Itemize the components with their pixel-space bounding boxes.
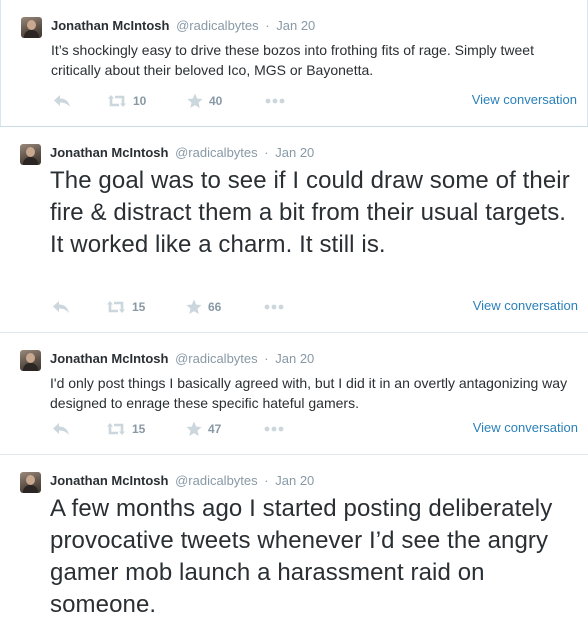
author-name[interactable]: Jonathan McIntosh — [51, 18, 169, 33]
more-dots-icon — [264, 304, 284, 310]
reply-icon — [53, 423, 69, 435]
tweet-text: It’s shockingly easy to drive these bozo… — [51, 42, 534, 78]
tweet-feed: Jonathan McIntosh @radicalbytes · Jan 20… — [0, 0, 588, 626]
retweet-count: 15 — [132, 422, 146, 436]
tweet-text: The goal was to see if I could draw some… — [50, 167, 570, 258]
more-button[interactable] — [264, 297, 284, 317]
author-name[interactable]: Jonathan McIntosh — [50, 145, 168, 160]
retweet-icon — [108, 95, 126, 107]
tweet-date[interactable]: Jan 20 — [275, 351, 314, 366]
star-icon — [186, 421, 202, 436]
tweet-header: Jonathan McIntosh @radicalbytes · Jan 20 — [50, 144, 314, 162]
reply-icon — [54, 95, 70, 107]
tweet-header: Jonathan McIntosh @radicalbytes · Jan 20 — [50, 472, 314, 490]
view-conversation-link[interactable]: View conversation — [473, 298, 578, 313]
reply-button[interactable] — [52, 297, 70, 317]
tweet-date[interactable]: Jan 20 — [276, 18, 315, 33]
avatar[interactable] — [20, 472, 41, 493]
more-button[interactable] — [264, 419, 284, 439]
view-conversation-link[interactable]: View conversation — [473, 420, 578, 435]
favorite-button[interactable]: 40 — [187, 91, 222, 111]
tweet-actions: 15 66 View conversation — [50, 297, 578, 317]
retweet-button[interactable]: 15 — [106, 419, 145, 439]
tweet-text: A few months ago I started posting delib… — [50, 495, 553, 618]
author-name[interactable]: Jonathan McIntosh — [50, 351, 168, 366]
tweet-date[interactable]: Jan 20 — [275, 145, 314, 160]
favorite-button[interactable]: 47 — [186, 419, 221, 439]
retweet-button[interactable]: 10 — [107, 91, 146, 111]
more-dots-icon — [264, 426, 284, 432]
tweet-date[interactable]: Jan 20 — [275, 473, 314, 488]
author-handle[interactable]: @radicalbytes — [175, 145, 258, 160]
separator-dot: · — [264, 351, 269, 366]
tweet[interactable]: Jonathan McIntosh @radicalbytes · Jan 20… — [0, 0, 588, 127]
author-handle[interactable]: @radicalbytes — [176, 18, 259, 33]
tweet[interactable]: Jonathan McIntosh @radicalbytes · Jan 20… — [0, 127, 588, 333]
reply-icon — [53, 301, 69, 313]
favorite-count: 66 — [208, 300, 222, 314]
more-dots-icon — [265, 98, 285, 104]
reply-button[interactable] — [53, 91, 71, 111]
star-icon — [186, 299, 202, 314]
author-handle[interactable]: @radicalbytes — [175, 351, 258, 366]
tweet-text: I'd only post things I basically agreed … — [50, 375, 568, 411]
retweet-icon — [107, 301, 125, 313]
retweet-count: 15 — [132, 300, 146, 314]
tweet-actions: 15 47 View conversation — [50, 419, 578, 439]
tweet-actions: 10 40 View conversation — [51, 91, 577, 111]
avatar[interactable] — [20, 350, 41, 371]
retweet-count: 10 — [133, 94, 147, 108]
favorite-button[interactable]: 66 — [186, 297, 221, 317]
separator-dot: · — [264, 145, 269, 160]
favorite-count: 40 — [209, 94, 223, 108]
retweet-icon — [107, 423, 125, 435]
reply-button[interactable] — [52, 419, 70, 439]
author-name[interactable]: Jonathan McIntosh — [50, 473, 168, 488]
separator-dot: · — [265, 18, 270, 33]
star-icon — [187, 93, 203, 108]
separator-dot: · — [264, 473, 269, 488]
view-conversation-link[interactable]: View conversation — [472, 92, 577, 107]
avatar[interactable] — [21, 17, 42, 38]
retweet-button[interactable]: 15 — [106, 297, 145, 317]
tweet-header: Jonathan McIntosh @radicalbytes · Jan 20 — [50, 350, 314, 368]
more-button[interactable] — [265, 91, 285, 111]
author-handle[interactable]: @radicalbytes — [175, 473, 258, 488]
tweet[interactable]: Jonathan McIntosh @radicalbytes · Jan 20… — [0, 333, 588, 455]
tweet[interactable]: Jonathan McIntosh @radicalbytes · Jan 20… — [0, 455, 588, 626]
tweet-header: Jonathan McIntosh @radicalbytes · Jan 20 — [51, 17, 315, 35]
avatar[interactable] — [20, 144, 41, 165]
favorite-count: 47 — [208, 422, 222, 436]
